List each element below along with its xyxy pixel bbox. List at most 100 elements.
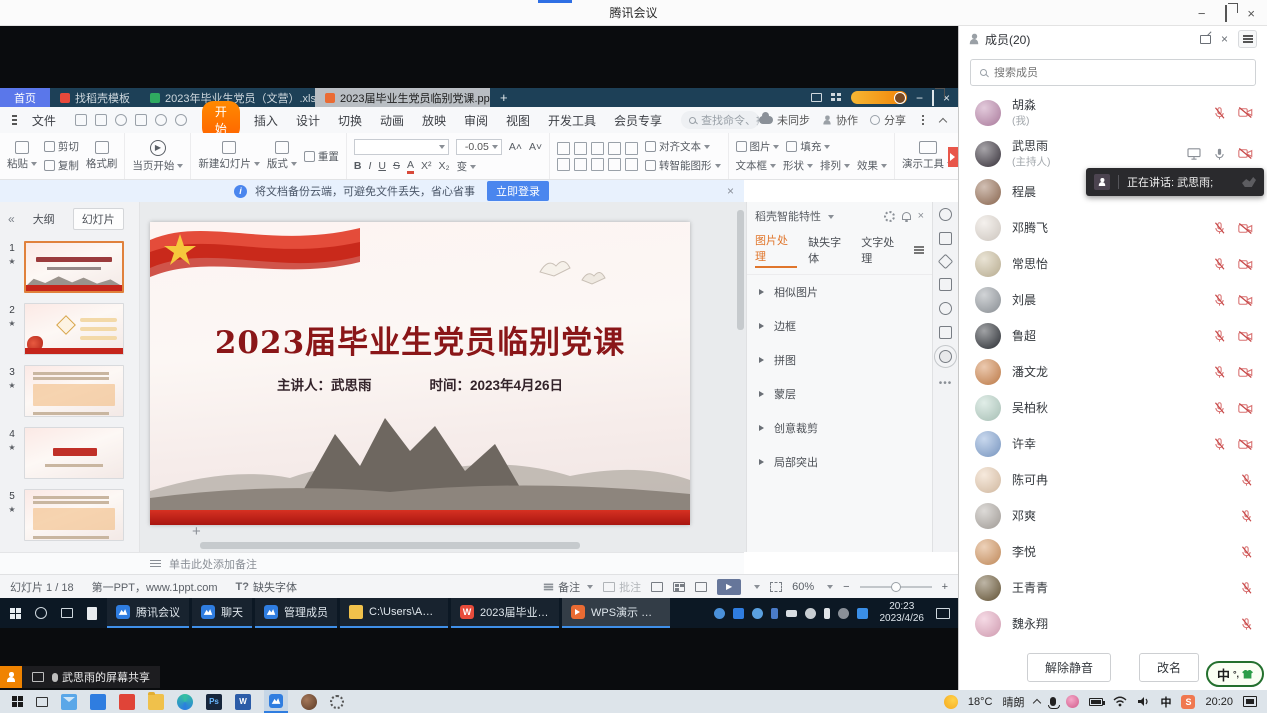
fill-button[interactable]: 填充 [786, 139, 830, 154]
mic-muted-icon[interactable] [1240, 509, 1253, 523]
slide-layout-button[interactable]: 版式 [267, 141, 297, 171]
horizontal-scrollbar[interactable] [200, 542, 580, 549]
start-button-icon[interactable] [10, 608, 21, 619]
slide-thumbnail-4[interactable] [24, 427, 124, 479]
share-button[interactable]: 分享 [870, 112, 906, 128]
tray-clock[interactable]: 20:23 2023/4/26 [880, 601, 925, 626]
mic-muted-icon[interactable] [1213, 401, 1226, 415]
document-app-icon[interactable] [87, 607, 97, 620]
member-row-5[interactable]: 常思怡 [975, 246, 1253, 282]
align-text-button[interactable]: 对齐文本 [645, 139, 720, 154]
slide-thumbnail-1[interactable] [24, 241, 124, 293]
zoom-in-button[interactable]: + [942, 581, 948, 593]
print-icon[interactable] [115, 114, 127, 126]
smart-panel-close-icon[interactable]: × [918, 210, 924, 222]
play-from-page-button[interactable]: ▶当页开始 [132, 140, 183, 173]
host-battery-icon[interactable] [1089, 698, 1103, 706]
copy-button[interactable]: 复制 [44, 158, 79, 173]
theme-name[interactable]: 第一PPT，www.1ppt.com [92, 579, 218, 595]
output-icon[interactable] [95, 114, 107, 126]
mic-muted-icon[interactable] [1240, 545, 1253, 559]
edge-browser-icon[interactable] [177, 694, 193, 710]
host-clock[interactable]: 20:20 [1205, 696, 1233, 708]
bell-icon[interactable] [902, 212, 911, 220]
mic-muted-icon[interactable] [1213, 437, 1226, 451]
normal-view-icon[interactable] [651, 582, 663, 592]
grow-font-button[interactable]: A˄ [509, 141, 522, 153]
screen-sharing-icon[interactable] [1187, 148, 1201, 160]
qq-icon[interactable] [1066, 695, 1079, 708]
member-row-9[interactable]: 吴柏秋 [975, 390, 1253, 426]
smart-tab-3[interactable]: 文字处理 [861, 234, 903, 266]
wps-restore-icon[interactable] [932, 90, 934, 106]
doc-tab-2[interactable]: 找稻壳模板 [50, 88, 140, 107]
member-search-box[interactable] [970, 59, 1256, 86]
sidebar-help-icon[interactable] [939, 302, 952, 315]
smart-item-2[interactable]: 边框 [747, 309, 932, 343]
camera-off-icon[interactable] [1238, 294, 1253, 307]
comments-toggle[interactable]: 批注 [603, 579, 641, 595]
notes-toggle[interactable]: 备注 [543, 579, 593, 595]
font-name-combo[interactable] [354, 139, 449, 155]
sidebar-effects-icon[interactable] [938, 254, 954, 270]
present-tools-button[interactable]: 演示工具 [902, 141, 953, 171]
host-start-icon[interactable] [12, 696, 23, 707]
member-row-7[interactable]: 鲁超 [975, 318, 1253, 354]
hamburger-icon[interactable] [12, 119, 17, 121]
member-row-10[interactable]: 许幸 [975, 426, 1253, 462]
rename-button[interactable]: 改名 [1139, 653, 1199, 682]
panel-close-icon[interactable]: × [1221, 32, 1228, 46]
reset-button[interactable]: 重置 [304, 149, 339, 164]
reading-view-icon[interactable] [695, 582, 707, 592]
member-search-input[interactable] [994, 67, 1246, 79]
indent-increase-icon[interactable] [608, 142, 621, 155]
smart-item-1[interactable]: 相似图片 [747, 275, 932, 309]
mail-app-icon[interactable] [61, 694, 77, 710]
doc-tab-1[interactable]: 首页 [0, 88, 50, 107]
zoom-knob[interactable] [891, 582, 901, 592]
paste-button[interactable]: 粘贴 [7, 141, 37, 171]
tray-shield-icon[interactable] [714, 608, 725, 619]
distribute-icon[interactable] [625, 158, 638, 171]
tab-outline[interactable]: 大纲 [25, 209, 63, 229]
file-menu[interactable]: 文件 [32, 112, 56, 129]
camera-off-icon[interactable] [1238, 366, 1253, 379]
mic-muted-icon[interactable] [1213, 329, 1226, 343]
cut-button[interactable]: 剪切 [44, 139, 79, 154]
taskbar-button-2[interactable]: 聊天 [192, 598, 252, 628]
app-grid-icon[interactable] [831, 93, 842, 102]
login-now-button[interactable]: 立即登录 [487, 181, 549, 201]
shrink-font-button[interactable]: A˅ [529, 141, 542, 153]
mic-muted-icon[interactable] [1213, 293, 1226, 307]
preview-icon[interactable] [135, 114, 147, 126]
round-app-icon[interactable] [301, 694, 317, 710]
host-mic-icon[interactable] [1050, 697, 1056, 706]
weather-moon-icon[interactable] [944, 695, 958, 709]
weather-temp[interactable]: 18°C [968, 696, 993, 708]
smart-tab-1[interactable]: 图片处理 [755, 232, 797, 268]
format-painter-button[interactable]: 格式刷 [86, 141, 118, 171]
justify-icon[interactable] [608, 158, 621, 171]
close-icon[interactable]: × [1247, 7, 1255, 20]
save-icon[interactable] [75, 114, 87, 126]
fit-slide-icon[interactable] [770, 582, 782, 592]
bold-button[interactable]: B [354, 160, 362, 172]
notes-bar[interactable]: 单击此处添加备注 [0, 552, 744, 574]
tray-ime-icon[interactable] [857, 608, 868, 619]
camera-off-icon[interactable] [1238, 330, 1253, 343]
numbering-icon[interactable] [574, 142, 587, 155]
subscript-button[interactable]: X₂ [438, 160, 449, 172]
meeting-app-taskbar-button[interactable] [264, 690, 288, 713]
smart-tabs-more-icon[interactable] [914, 249, 924, 251]
word-icon[interactable]: W [235, 694, 251, 710]
red-app-icon[interactable] [119, 694, 135, 710]
textbox-button[interactable]: 文本框 [736, 158, 777, 173]
zoom-out-button[interactable]: − [843, 581, 849, 593]
smart-graphic-button[interactable]: 转智能图形 [645, 158, 720, 173]
member-row-8[interactable]: 潘文龙 [975, 354, 1253, 390]
menu-item-2[interactable]: 插入 [254, 112, 278, 129]
slide[interactable]: 2023届毕业生党员临别党课 主讲人：武思雨 时间：2023年4月26日 [150, 222, 690, 525]
menu-item-10[interactable]: 会员专享 [614, 112, 662, 129]
add-slide-button[interactable]: + [192, 523, 201, 540]
camera-off-icon[interactable] [1238, 106, 1253, 119]
